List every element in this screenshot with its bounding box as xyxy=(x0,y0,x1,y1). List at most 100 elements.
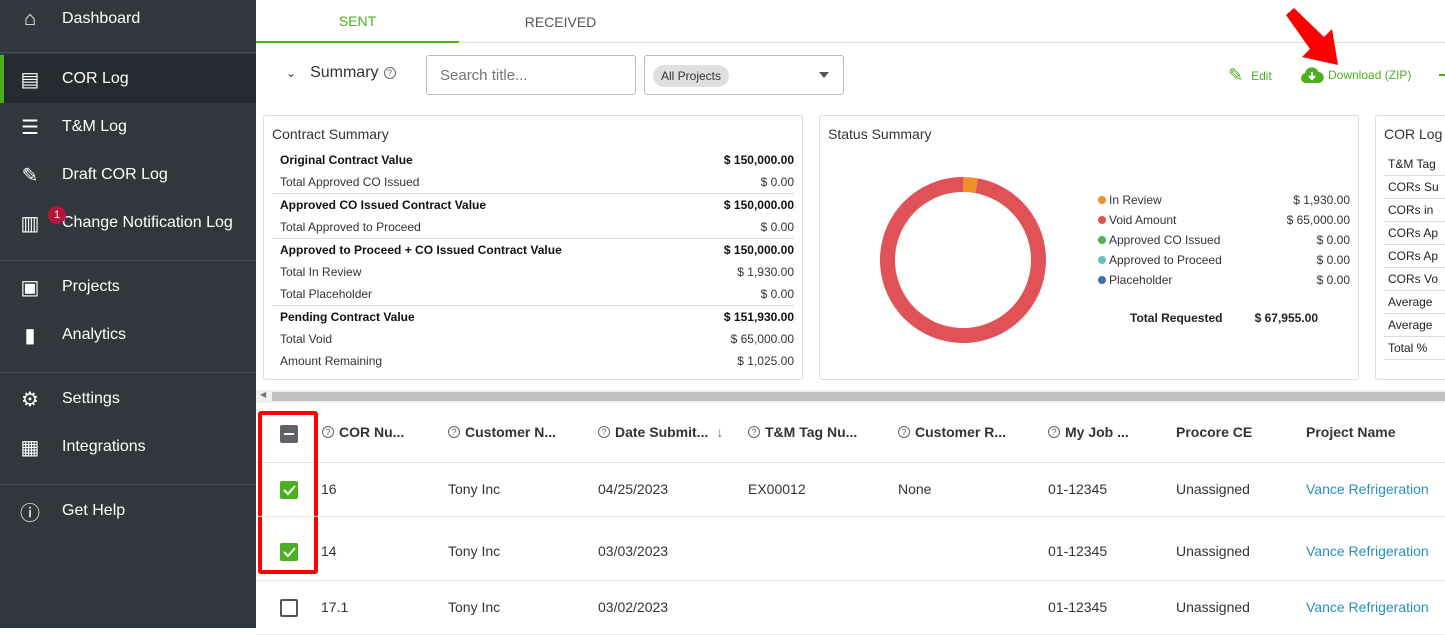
project-link[interactable]: Vance Refrigeration xyxy=(1306,599,1429,615)
project-link[interactable]: Vance Refrigeration xyxy=(1306,543,1429,559)
divider xyxy=(0,260,256,261)
divider xyxy=(272,193,794,194)
table-row[interactable] xyxy=(256,463,1445,517)
legend-dot xyxy=(1098,196,1106,204)
notification-badge: 1 xyxy=(48,206,66,224)
home-icon: ⌂ xyxy=(23,7,37,30)
divider xyxy=(0,484,256,485)
tab-bar: SENT RECEIVED xyxy=(256,0,1445,43)
table-cell: None xyxy=(898,481,932,497)
help-icon: ? xyxy=(322,426,334,438)
cor-log-row: Average xyxy=(1384,314,1445,337)
table-cell: 04/25/2023 xyxy=(598,481,669,497)
table-cell: 01-12345 xyxy=(1048,481,1108,497)
legend-dot xyxy=(1098,256,1106,264)
tab-received[interactable]: RECEIVED xyxy=(459,0,662,43)
row-checkbox[interactable] xyxy=(280,599,298,617)
sidebar-item-settings[interactable]: ⚙ Settings xyxy=(0,375,256,423)
sidebar-item-analytics[interactable]: ▮ Analytics xyxy=(0,311,256,359)
summary-toggle[interactable]: ⌄ Summary ? xyxy=(286,64,401,82)
pencil-icon: ✎ xyxy=(1228,65,1244,85)
table-cell: Unassigned xyxy=(1176,543,1250,559)
sidebar-item-integrations[interactable]: ▦ Integrations xyxy=(0,423,256,471)
table-cell: 01-12345 xyxy=(1048,599,1108,615)
legend-item: Placeholder $ 0.00 xyxy=(1098,273,1350,287)
cor-log-card: COR Log C T&M TagCORs SuCORs inCORs ApCO… xyxy=(1375,115,1445,380)
more-icon[interactable] xyxy=(1439,74,1445,76)
column-header[interactable]: Project Name xyxy=(1306,424,1395,440)
contract-summary-row: Approved CO Issued Contract Value $ 150,0… xyxy=(280,198,794,212)
project-filter-select[interactable]: All Projects xyxy=(644,55,844,95)
edit-button[interactable]: ✎ Edit xyxy=(1228,65,1272,86)
column-header[interactable]: ? My Job ... xyxy=(1048,424,1129,440)
card-title: Status Summary xyxy=(828,126,932,142)
contract-summary-row: Total Approved CO Issued $ 0.00 xyxy=(280,175,794,189)
legend-item: Void Amount $ 65,000.00 xyxy=(1098,213,1350,227)
column-header[interactable]: ? T&M Tag Nu... xyxy=(748,424,857,440)
table-cell: EX00012 xyxy=(748,481,806,497)
row-checkbox[interactable] xyxy=(280,481,298,499)
contract-summary-card: Contract Summary Original Contract Value… xyxy=(263,115,803,380)
column-header[interactable]: ? COR Nu... xyxy=(322,424,404,440)
sidebar-item-label: Change Notification Log xyxy=(62,214,233,231)
sidebar-item-projects[interactable]: ▣ Projects xyxy=(0,263,256,311)
column-header[interactable]: ? Customer N... xyxy=(448,424,556,440)
sidebar-item-label: T&M Log xyxy=(62,118,127,135)
card-title: COR Log C xyxy=(1384,126,1445,142)
sidebar-item-label: Integrations xyxy=(62,438,146,455)
contract-summary-row: Amount Remaining $ 1,025.00 xyxy=(280,354,794,368)
help-icon: ⓘ xyxy=(20,502,40,525)
table-cell: Unassigned xyxy=(1176,599,1250,615)
gear-icon: ⚙ xyxy=(21,388,39,411)
clipboard-icon: ▥ 1 xyxy=(19,206,66,235)
contract-summary-row: Approved to Proceed + CO Issued Contract… xyxy=(280,243,794,257)
help-icon: ? xyxy=(898,426,910,438)
cor-log-row: CORs Ap xyxy=(1384,245,1445,268)
annotation-arrow xyxy=(1286,8,1338,65)
sidebar-item-draft-cor-log[interactable]: ✎ Draft COR Log xyxy=(0,151,256,199)
status-summary-card: Status Summary Total Requested $ 67,955.0… xyxy=(819,115,1359,380)
sidebar-item-change-notification-log[interactable]: ▥ 1 Change Notification Log xyxy=(0,199,256,247)
sidebar: ⌂ Dashboard ▤ COR Log ☰ T&M Log ✎ Draft COR Log… xyxy=(0,0,256,628)
sidebar-item-label: Get Help xyxy=(62,502,126,519)
horizontal-scrollbar[interactable]: ◀ xyxy=(256,390,1445,403)
sidebar-item-t-m-log[interactable]: ☰ T&M Log xyxy=(0,103,256,151)
divider xyxy=(272,238,794,239)
chevron-down-icon: ⌄ xyxy=(286,66,297,80)
sidebar-item-cor-log[interactable]: ▤ COR Log xyxy=(0,55,256,103)
column-header[interactable]: Procore CE xyxy=(1176,424,1252,440)
row-checkbox[interactable] xyxy=(280,543,298,561)
help-icon: ? xyxy=(598,426,610,438)
table-cell: Unassigned xyxy=(1176,481,1250,497)
column-header[interactable]: ? Date Submit... ↓ xyxy=(598,424,723,440)
document-icon: ▤ xyxy=(20,68,40,91)
pencil-icon: ✎ xyxy=(21,164,39,187)
bar-chart-icon: ▮ xyxy=(24,324,36,347)
sidebar-item-dashboard[interactable]: ⌂ Dashboard xyxy=(0,0,256,43)
contract-summary-row: Total Placeholder $ 0.00 xyxy=(280,287,794,301)
help-icon: ? xyxy=(448,426,460,438)
divider xyxy=(0,52,256,53)
table-cell: 01-12345 xyxy=(1048,543,1108,559)
column-header[interactable]: ? Customer R... xyxy=(898,424,1006,440)
sort-down-icon[interactable]: ↓ xyxy=(716,424,723,440)
donut-slice-void-amount xyxy=(880,177,1046,343)
sidebar-item-label: Draft COR Log xyxy=(62,166,168,183)
legend-dot xyxy=(1098,216,1106,224)
sidebar-item-get-help[interactable]: ⓘ Get Help xyxy=(0,487,256,535)
table-cell: 17.1 xyxy=(321,599,349,615)
sidebar-item-label: Dashboard xyxy=(62,10,141,27)
cor-log-row: Total % xyxy=(1384,337,1445,360)
table-row[interactable] xyxy=(256,581,1445,635)
project-link[interactable]: Vance Refrigeration xyxy=(1306,481,1429,497)
tab-sent[interactable]: SENT xyxy=(256,0,459,43)
table-row[interactable] xyxy=(256,517,1445,581)
table-cell: 03/02/2023 xyxy=(598,599,669,615)
contract-summary-row: Total Void $ 65,000.00 xyxy=(280,332,794,346)
dropdown-arrow-icon xyxy=(819,72,829,78)
search-input[interactable] xyxy=(426,55,636,95)
contract-summary-row: Total Approved to Proceed $ 0.00 xyxy=(280,220,794,234)
grid-icon: ▦ xyxy=(20,436,40,459)
legend-dot xyxy=(1098,276,1106,284)
cor-log-row: CORs Su xyxy=(1384,176,1445,199)
